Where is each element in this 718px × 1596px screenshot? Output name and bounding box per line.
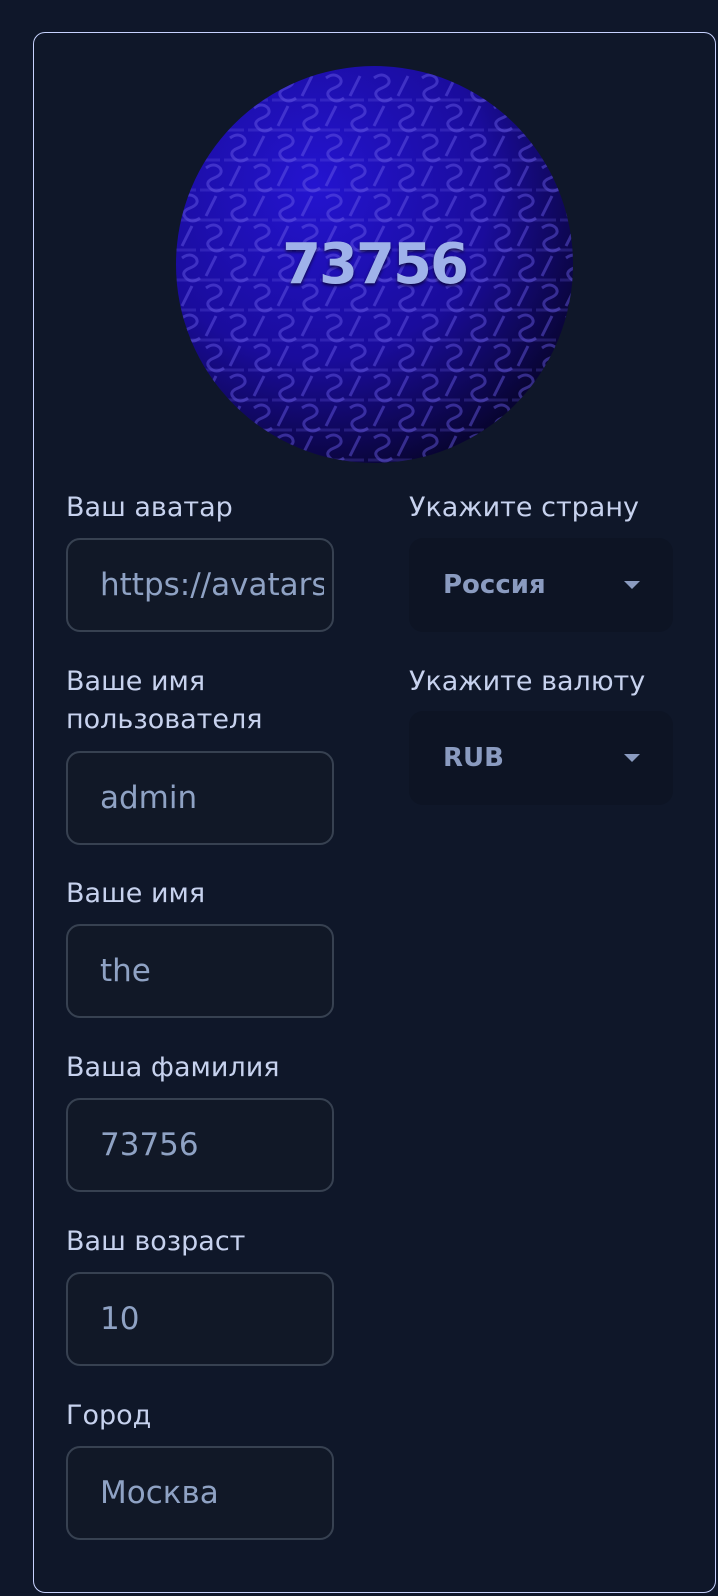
first-name-label: Ваше имя	[66, 878, 206, 909]
first-name-input[interactable]	[100, 953, 324, 989]
last-name-input[interactable]	[100, 1127, 324, 1163]
currency-label: Укажите валюту	[409, 666, 646, 697]
chevron-down-icon	[624, 754, 640, 762]
country-label: Укажите страну	[409, 492, 639, 523]
age-label: Ваш возраст	[66, 1226, 246, 1257]
avatar: 73756	[176, 66, 573, 463]
username-field-box	[66, 751, 334, 845]
country-select[interactable]: Россия	[409, 538, 673, 632]
city-field-box	[66, 1446, 334, 1540]
country-select-value: Россия	[443, 570, 546, 600]
username-label: Ваше имя пользователя	[66, 666, 263, 735]
city-input[interactable]	[100, 1475, 324, 1511]
first-name-field-box	[66, 924, 334, 1018]
last-name-field-box	[66, 1098, 334, 1192]
chevron-down-icon	[624, 581, 640, 589]
city-label: Город	[66, 1400, 152, 1431]
age-field-box	[66, 1272, 334, 1366]
last-name-label: Ваша фамилия	[66, 1052, 280, 1083]
avatar-text: 73756	[282, 232, 469, 297]
avatar-url-field-box	[66, 538, 334, 632]
age-input[interactable]	[100, 1301, 324, 1337]
currency-select-value: RUB	[443, 743, 504, 773]
currency-select[interactable]: RUB	[409, 711, 673, 805]
username-input[interactable]	[100, 780, 324, 816]
profile-card: 73756 Ваш аватар Ваше имя пользователя В…	[33, 32, 716, 1593]
avatar-url-input[interactable]	[100, 567, 324, 603]
avatar-url-label: Ваш аватар	[66, 492, 233, 523]
